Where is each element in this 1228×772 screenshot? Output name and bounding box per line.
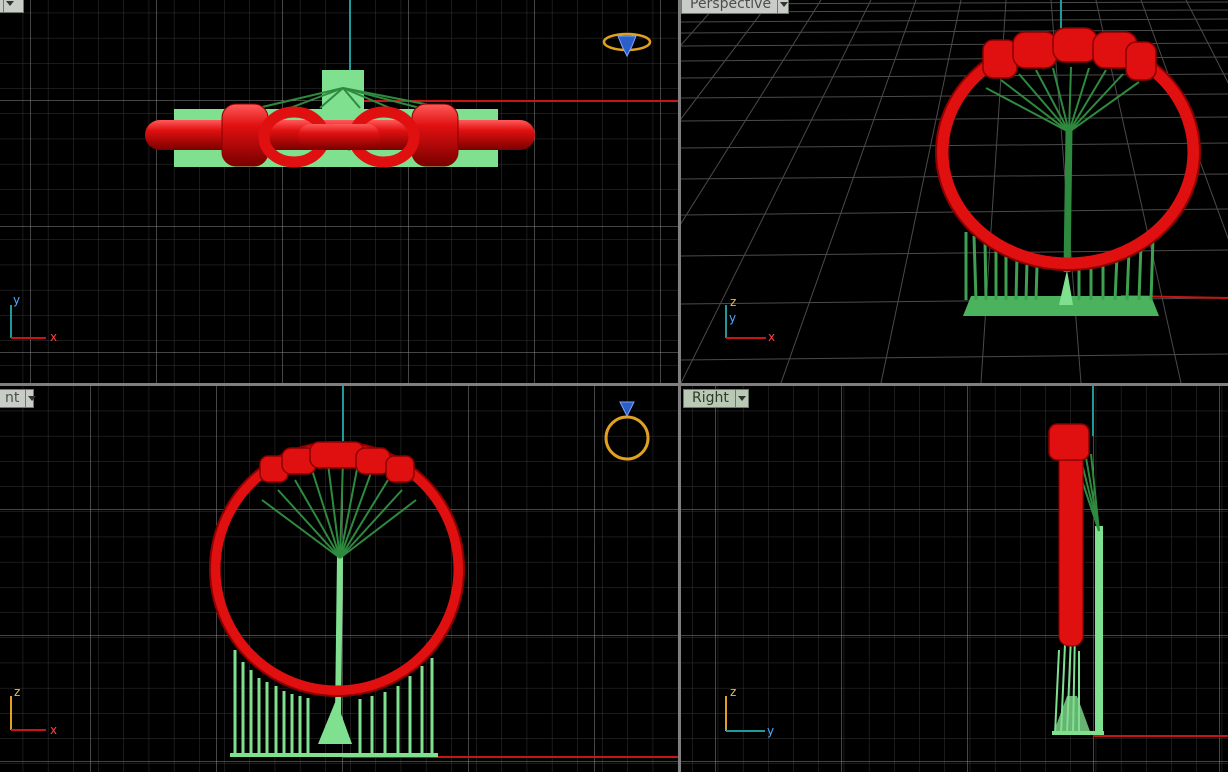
viewport-label-top[interactable] — [0, 0, 24, 13]
dropdown-icon[interactable] — [777, 0, 788, 13]
ring-links-side — [1048, 423, 1090, 461]
support-trunk — [1063, 129, 1073, 273]
ring-links — [982, 27, 1157, 81]
right-viewport-canvas[interactable]: z y — [681, 386, 1228, 772]
viewport-label-front[interactable]: nt — [0, 389, 36, 408]
support-cone — [1059, 270, 1073, 305]
dropdown-icon[interactable] — [3, 0, 16, 12]
viewport-divider-vertical[interactable] — [678, 0, 681, 772]
viewport-front[interactable]: z x nt — [0, 386, 678, 772]
viewport-label-text: nt — [5, 390, 20, 406]
triad-label-y: y — [729, 311, 736, 325]
viewport-top[interactable]: y x — [0, 0, 678, 383]
triad-label-x: x — [768, 330, 775, 344]
viewport-label-perspective[interactable]: Perspective — [681, 0, 789, 14]
viewport-label-text: Perspective — [690, 0, 772, 12]
front-viewport-canvas[interactable]: z x — [0, 386, 678, 772]
support-base — [230, 753, 438, 757]
viewport-label-right[interactable]: Right — [683, 389, 749, 408]
perspective-viewport-canvas[interactable]: z y x — [681, 0, 1228, 383]
support-base — [1052, 731, 1104, 735]
viewport-right[interactable]: z y Right — [681, 386, 1228, 772]
dropdown-icon[interactable] — [25, 390, 36, 407]
triad-label-horizontal: x — [50, 330, 57, 344]
triad-label-vertical: z — [14, 685, 20, 699]
ring-band-side — [1058, 445, 1084, 647]
viewport-label-text: Right — [692, 390, 729, 406]
dropdown-icon[interactable] — [734, 390, 747, 407]
triad-label-vertical: z — [730, 685, 736, 699]
link-center — [298, 124, 380, 150]
triad-label-vertical: y — [13, 293, 20, 307]
viewport-divider-horizontal[interactable] — [0, 383, 1228, 386]
triad-label-horizontal: y — [767, 724, 774, 738]
top-viewport-canvas[interactable]: y x — [0, 0, 678, 383]
viewport-perspective[interactable]: z y x Perspective — [681, 0, 1228, 383]
triad-label-z: z — [730, 295, 736, 309]
triad-label-horizontal: x — [50, 723, 57, 737]
